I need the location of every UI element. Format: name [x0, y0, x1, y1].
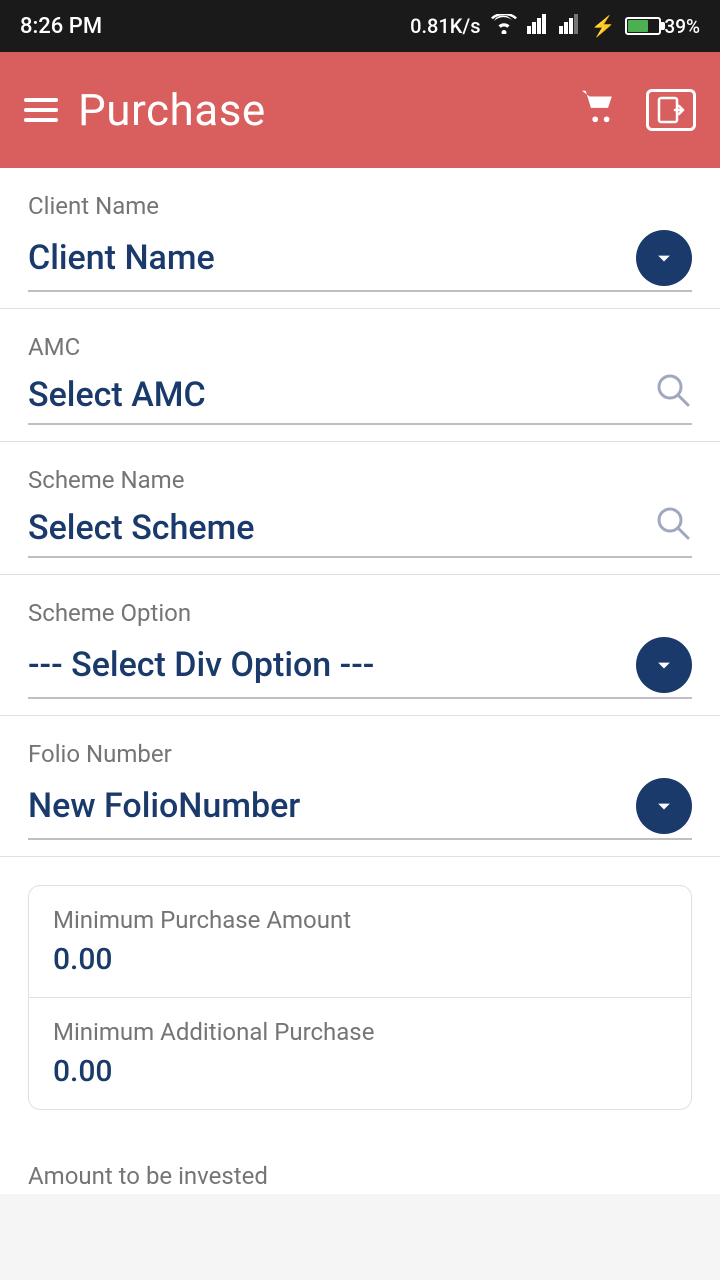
info-card: Minimum Purchase Amount 0.00 Minimum Add…	[28, 885, 692, 1110]
form-content: Client Name Client Name AMC Select AMC S…	[0, 168, 720, 1194]
scheme-name-input-row[interactable]: Select Scheme	[28, 504, 692, 558]
amc-search-icon[interactable]	[654, 371, 692, 419]
folio-number-dropdown[interactable]: New FolioNumber	[28, 778, 692, 840]
min-additional-row: Minimum Additional Purchase 0.00	[29, 998, 691, 1109]
client-name-dropdown-button[interactable]	[636, 230, 692, 286]
scheme-option-field: Scheme Option --- Select Div Option ---	[0, 575, 720, 716]
menu-button[interactable]	[24, 98, 58, 122]
amc-label: AMC	[28, 333, 692, 361]
charging-icon: ⚡	[591, 14, 616, 38]
folio-number-label: Folio Number	[28, 740, 692, 768]
scheme-search-icon[interactable]	[654, 504, 692, 552]
wifi-icon	[491, 14, 517, 39]
folio-number-field: Folio Number New FolioNumber	[0, 716, 720, 857]
scheme-option-dropdown-button[interactable]	[636, 637, 692, 693]
client-name-dropdown[interactable]: Client Name	[28, 230, 692, 292]
scheme-name-label: Scheme Name	[28, 466, 692, 494]
logout-button[interactable]	[646, 89, 696, 131]
scheme-option-label: Scheme Option	[28, 599, 692, 627]
folio-number-dropdown-button[interactable]	[636, 778, 692, 834]
network-speed: 0.81K/s	[410, 14, 480, 38]
cart-button[interactable]	[580, 88, 618, 133]
min-purchase-value: 0.00	[53, 942, 667, 977]
client-name-label: Client Name	[28, 192, 692, 220]
page-title: Purchase	[78, 84, 266, 136]
amount-invested-label: Amount to be invested	[0, 1138, 720, 1194]
app-bar: Purchase	[0, 52, 720, 168]
scheme-name-field: Scheme Name Select Scheme	[0, 442, 720, 575]
signal2-icon	[559, 14, 581, 39]
min-purchase-row: Minimum Purchase Amount 0.00	[29, 886, 691, 998]
time: 8:26 PM	[20, 14, 102, 39]
client-name-field: Client Name Client Name	[0, 168, 720, 309]
battery-percent: 39%	[664, 15, 700, 38]
scheme-option-dropdown[interactable]: --- Select Div Option ---	[28, 637, 692, 699]
status-bar: 8:26 PM 0.81K/s ⚡	[0, 0, 720, 52]
min-purchase-label: Minimum Purchase Amount	[53, 906, 667, 934]
min-additional-label: Minimum Additional Purchase	[53, 1018, 667, 1046]
amc-field: AMC Select AMC	[0, 309, 720, 442]
battery-indicator: 39%	[625, 15, 700, 38]
signal-icon	[527, 14, 549, 39]
amc-input-row[interactable]: Select AMC	[28, 371, 692, 425]
min-additional-value: 0.00	[53, 1054, 667, 1089]
